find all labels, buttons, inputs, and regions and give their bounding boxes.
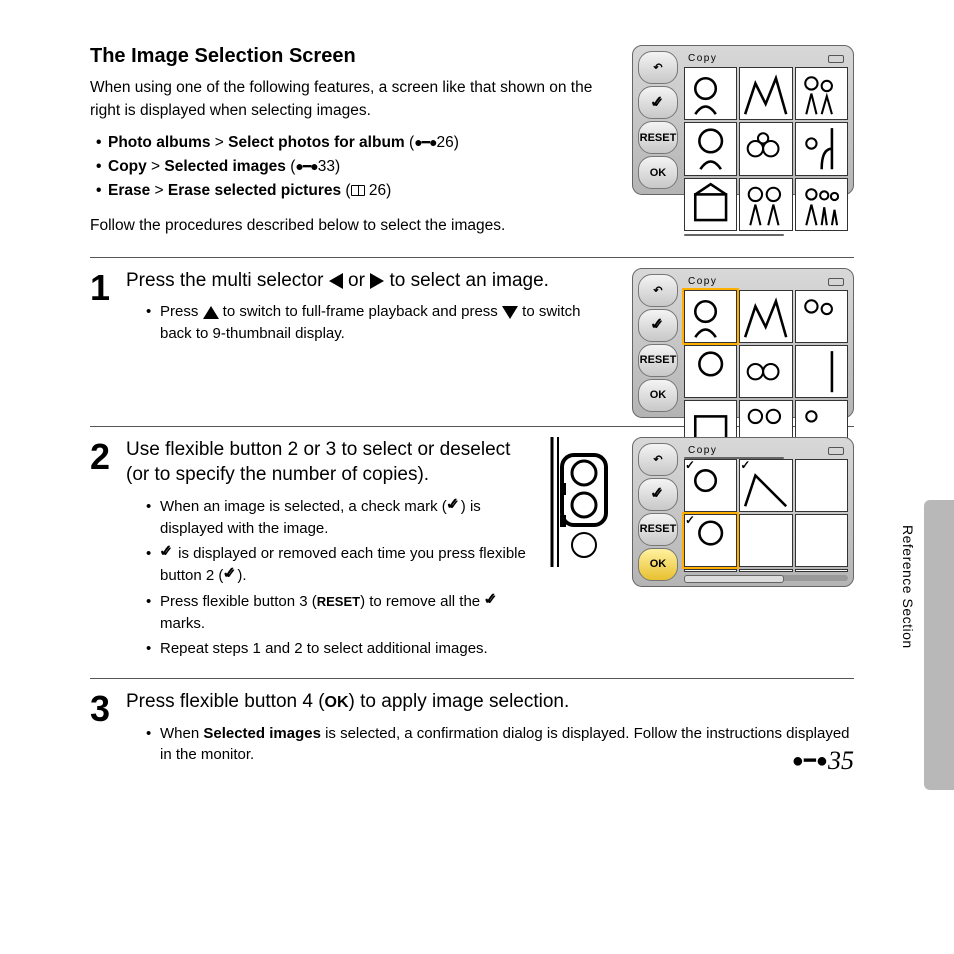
book-icon xyxy=(351,185,365,196)
camera-screen-illustration: ↶ RESET OK Copy ✓ ✓ ✓ xyxy=(632,437,854,587)
thumbnail xyxy=(795,67,848,120)
feature-path-a: Copy xyxy=(108,158,147,175)
step-title: Press flexible button 4 (OK) to apply im… xyxy=(126,689,854,715)
thumbnail-checked: ✓ xyxy=(739,459,792,512)
thumbnail-grid xyxy=(684,67,848,231)
camera-screen-illustration: ↶ RESET OK Copy xyxy=(632,268,854,418)
check-icon xyxy=(447,497,461,511)
step-number: 3 xyxy=(90,689,126,770)
thumbnail xyxy=(795,290,848,343)
step-sub-item: When Selected images is selected, a conf… xyxy=(144,723,854,767)
feature-ref: 33 xyxy=(318,158,335,175)
check-icon xyxy=(223,566,237,580)
thumbnail xyxy=(684,569,737,571)
reset-button: RESET xyxy=(638,344,678,377)
thumbnail xyxy=(795,122,848,175)
follow-text: Follow the procedures described below to… xyxy=(90,217,610,235)
thumbnail xyxy=(739,569,792,571)
page-number: ●━●35 xyxy=(792,746,854,776)
back-button: ↶ xyxy=(638,274,678,307)
thumbnail xyxy=(739,67,792,120)
feature-path-b: Erase selected pictures xyxy=(168,182,341,199)
thumbnail-grid: ✓ ✓ ✓ xyxy=(684,459,848,572)
step-sub-item: Repeat steps 1 and 2 to select additiona… xyxy=(144,638,530,660)
thumbnail xyxy=(739,122,792,175)
camera-screen-illustration: ↶ RESET OK Copy xyxy=(632,45,854,195)
scrollbar xyxy=(684,575,848,581)
back-button: ↶ xyxy=(638,51,678,84)
check-button xyxy=(638,86,678,119)
step-sub-item: Press flexible button 3 (RESET) to remov… xyxy=(144,591,530,635)
feature-item: Copy > Selected images (●━●33) xyxy=(90,155,610,179)
thumbnail xyxy=(739,514,792,567)
thumbnail xyxy=(795,345,848,398)
step-number: 1 xyxy=(90,268,126,349)
feature-list: Photo albums > Select photos for album (… xyxy=(90,131,610,203)
flexible-buttons-illustration xyxy=(542,437,612,567)
feature-item: Erase > Erase selected pictures ( 26) xyxy=(90,179,610,203)
manual-page: Reference Section The Image Selection Sc… xyxy=(0,0,954,816)
thumbnail xyxy=(684,345,737,398)
page-heading: The Image Selection Screen xyxy=(90,45,610,68)
left-arrow-icon xyxy=(329,273,343,289)
ok-button-highlighted: OK xyxy=(638,548,678,581)
ok-label: OK xyxy=(325,694,349,711)
separator xyxy=(90,257,854,258)
ok-button: OK xyxy=(638,156,678,189)
screen-title: Copy xyxy=(684,443,848,459)
thumbnail xyxy=(739,178,792,231)
screen-title: Copy xyxy=(684,51,848,67)
feature-item: Photo albums > Select photos for album (… xyxy=(90,131,610,155)
thumbnail xyxy=(795,459,848,512)
step-title: Press the multi selector or to select an… xyxy=(126,268,608,294)
thumbnail xyxy=(795,569,848,571)
ref-icon: ●━● xyxy=(792,750,828,772)
screen-title: Copy xyxy=(684,274,848,290)
thumbnail xyxy=(795,178,848,231)
thumbnail-checked: ✓ xyxy=(684,459,737,512)
feature-ref: 26 xyxy=(365,182,387,199)
step-sub-item: is displayed or removed each time you pr… xyxy=(144,543,530,587)
ok-button: OK xyxy=(638,379,678,412)
thumbnail xyxy=(795,514,848,567)
thumbnail xyxy=(739,345,792,398)
step-title: Use flexible button 2 or 3 to select or … xyxy=(126,437,530,488)
step-number: 2 xyxy=(90,437,126,665)
thumbnail-selected-checked: ✓ xyxy=(684,514,737,567)
check-button xyxy=(638,478,678,511)
step-sub-item: Press to switch to full-frame playback a… xyxy=(144,301,608,345)
thumbnail xyxy=(684,122,737,175)
check-icon xyxy=(484,592,498,606)
separator xyxy=(90,678,854,679)
up-arrow-icon xyxy=(203,306,219,319)
reset-button: RESET xyxy=(638,121,678,154)
intro-text: When using one of the following features… xyxy=(90,76,610,123)
thumbnail xyxy=(684,178,737,231)
side-section-label: Reference Section xyxy=(900,525,916,649)
bold-term: Selected images xyxy=(203,725,321,742)
reset-button: RESET xyxy=(638,513,678,546)
thumbnail xyxy=(739,290,792,343)
right-arrow-icon xyxy=(370,273,384,289)
feature-path-b: Select photos for album xyxy=(228,134,405,151)
side-tab xyxy=(924,500,954,790)
reset-label: RESET xyxy=(317,594,360,609)
feature-path-a: Photo albums xyxy=(108,134,210,151)
feature-path-a: Erase xyxy=(108,182,150,199)
thumbnail-grid xyxy=(684,290,848,454)
thumbnail-selected xyxy=(684,290,737,343)
back-button: ↶ xyxy=(638,443,678,476)
feature-path-b: Selected images xyxy=(164,158,285,175)
feature-ref: 26 xyxy=(437,134,454,151)
ref-icon: ●━● xyxy=(414,134,436,150)
check-icon xyxy=(160,544,174,558)
down-arrow-icon xyxy=(502,306,518,319)
ref-icon: ●━● xyxy=(295,158,317,174)
check-button xyxy=(638,309,678,342)
step-sub-item: When an image is selected, a check mark … xyxy=(144,496,530,540)
thumbnail xyxy=(684,67,737,120)
